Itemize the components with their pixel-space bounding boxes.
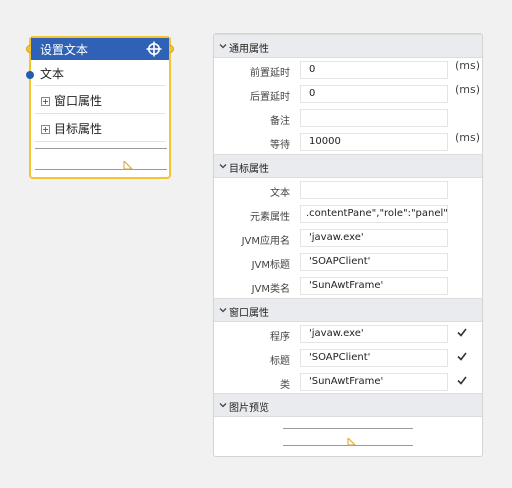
node-title: 设置文本 [40, 43, 89, 57]
window-title-label: 标题 [270, 356, 290, 367]
image-preview [283, 428, 413, 446]
pre-delay-label: 前置延时 [250, 68, 290, 79]
cursor-icon [123, 161, 133, 170]
window-class-label: 类 [280, 380, 290, 391]
section-target-title: 目标属性 [229, 164, 269, 175]
window-props-label: 窗口属性 [54, 94, 103, 108]
jvm-class-label: JVM类名 [251, 284, 290, 295]
wait-input[interactable]: 10000 [300, 133, 448, 151]
node-header[interactable]: 设置文本 [31, 38, 169, 60]
checkmark-icon[interactable] [457, 328, 467, 337]
checkmark-icon[interactable] [457, 352, 467, 361]
pre-delay-row: 前置延时 0 (ms) [214, 59, 482, 83]
section-general-title: 通用属性 [229, 44, 269, 55]
divider [35, 113, 165, 114]
node-image-preview [35, 148, 167, 170]
section-window-title: 窗口属性 [229, 308, 269, 319]
cursor-icon [347, 438, 356, 446]
text-port[interactable] [26, 71, 34, 79]
divider [35, 85, 165, 86]
text-port-label: 文本 [40, 67, 65, 81]
section-target-header[interactable]: 目标属性 [214, 154, 482, 178]
wait-row: 等待 10000 (ms) [214, 131, 482, 155]
window-title-row: 标题 'SOAPClient' [214, 347, 482, 371]
jvm-app-label: JVM应用名 [241, 236, 290, 247]
window-props-toggle[interactable]: 窗口属性 [41, 92, 169, 109]
jvm-class-input[interactable]: 'SunAwtFrame' [300, 277, 448, 295]
window-title-input[interactable]: 'SOAPClient' [300, 349, 448, 367]
program-input[interactable]: 'javaw.exe' [300, 325, 448, 343]
jvm-app-input[interactable]: 'javaw.exe' [300, 229, 448, 247]
chevron-down-icon[interactable] [218, 161, 228, 171]
target-props-toggle[interactable]: 目标属性 [41, 120, 169, 137]
chevron-down-icon[interactable] [218, 305, 228, 315]
pre-delay-unit: (ms) [455, 59, 481, 72]
program-row: 程序 'javaw.exe' [214, 323, 482, 347]
program-label: 程序 [270, 332, 290, 343]
wait-unit: (ms) [455, 131, 481, 144]
post-delay-label: 后置延时 [250, 92, 290, 103]
note-label: 备注 [270, 116, 290, 127]
note-input[interactable] [300, 109, 448, 127]
section-general-header[interactable]: 通用属性 [214, 34, 482, 58]
target-text-label: 文本 [270, 188, 290, 199]
crosshair-icon[interactable] [146, 41, 162, 57]
pre-delay-input[interactable]: 0 [300, 61, 448, 79]
element-props-input[interactable]: .contentPane","role":"panel"}] [300, 205, 448, 223]
section-preview-header[interactable]: 图片预览 [214, 393, 482, 417]
divider [35, 141, 165, 142]
target-text-input[interactable] [300, 181, 448, 199]
jvm-title-label: JVM标题 [251, 260, 290, 271]
post-delay-input[interactable]: 0 [300, 85, 448, 103]
chevron-down-icon[interactable] [218, 400, 228, 410]
properties-panel: 通用属性 前置延时 0 (ms) 后置延时 0 (ms) 备注 等待 10000… [213, 33, 483, 457]
note-row: 备注 [214, 107, 482, 131]
wait-label: 等待 [270, 140, 290, 151]
section-window-header[interactable]: 窗口属性 [214, 298, 482, 322]
set-text-node[interactable]: 设置文本 文本 窗口属性 目标属性 [26, 36, 174, 179]
jvm-class-row: JVM类名 'SunAwtFrame' [214, 275, 482, 299]
expand-icon[interactable] [41, 125, 50, 134]
window-class-input[interactable]: 'SunAwtFrame' [300, 373, 448, 391]
post-delay-unit: (ms) [455, 83, 481, 96]
window-class-row: 类 'SunAwtFrame' [214, 371, 482, 395]
target-props-label: 目标属性 [54, 122, 103, 136]
jvm-title-input[interactable]: 'SOAPClient' [300, 253, 448, 271]
jvm-app-row: JVM应用名 'javaw.exe' [214, 227, 482, 251]
element-props-label: 元素属性 [250, 212, 290, 223]
checkmark-icon[interactable] [457, 376, 467, 385]
expand-icon[interactable] [41, 97, 50, 106]
element-props-row: 元素属性 .contentPane","role":"panel"}] [214, 203, 482, 227]
target-text-row: 文本 [214, 179, 482, 203]
chevron-down-icon[interactable] [218, 41, 228, 51]
post-delay-row: 后置延时 0 (ms) [214, 83, 482, 107]
jvm-title-row: JVM标题 'SOAPClient' [214, 251, 482, 275]
section-preview-title: 图片预览 [229, 403, 269, 414]
